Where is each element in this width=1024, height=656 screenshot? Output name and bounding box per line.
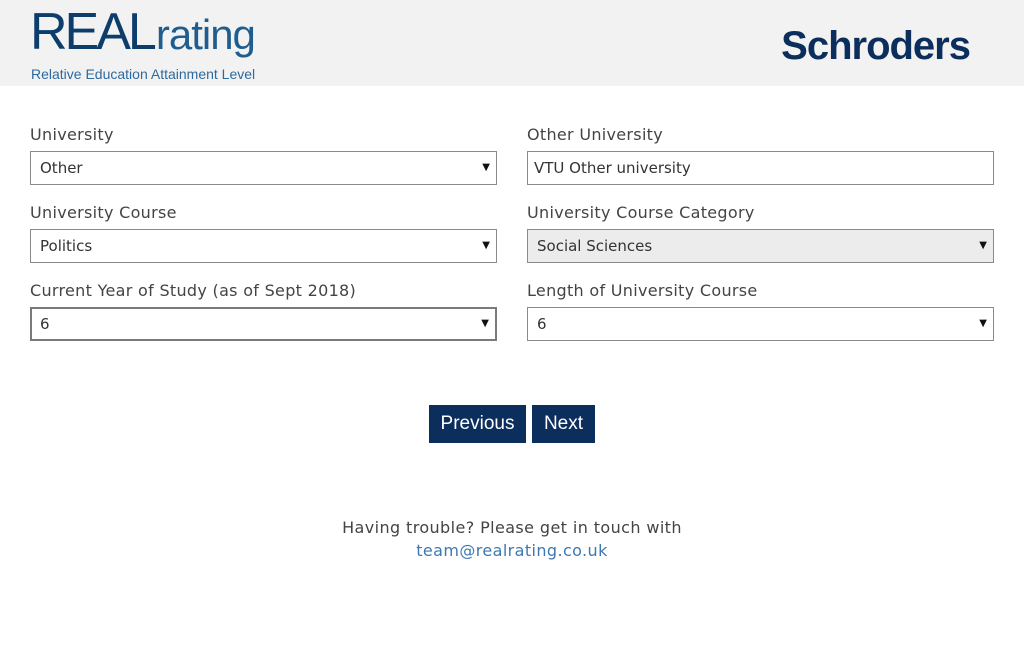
realrating-logo[interactable]: REALrating Relative Education Attainment… (30, 2, 256, 82)
course-category-value: Social Sciences (537, 237, 653, 255)
logo-subtitle: Relative Education Attainment Level (31, 66, 256, 82)
university-select[interactable]: Other ▼ (30, 151, 497, 185)
course-value: Politics (40, 237, 93, 255)
schroders-logo: Schroders (781, 24, 971, 68)
course-category-field: University Course Category Social Scienc… (527, 202, 994, 263)
other-university-input[interactable] (534, 159, 974, 177)
logo-real: REAL (30, 3, 157, 61)
chevron-down-icon: ▼ (979, 318, 987, 329)
chevron-down-icon: ▼ (979, 240, 987, 251)
course-length-field: Length of University Course 6 ▼ (527, 280, 994, 341)
course-length-select[interactable]: 6 ▼ (527, 307, 994, 341)
course-field: University Course Politics ▼ (30, 202, 497, 263)
university-label: University (30, 125, 114, 144)
header: REALrating Relative Education Attainment… (0, 0, 1024, 86)
course-category-select[interactable]: Social Sciences ▼ (527, 229, 994, 263)
course-category-label: University Course Category (527, 203, 755, 222)
chevron-down-icon: ▼ (481, 318, 489, 329)
year-field: Current Year of Study (as of Sept 2018) … (30, 280, 497, 341)
year-value: 6 (40, 315, 50, 333)
university-value: Other (40, 159, 83, 177)
other-university-field: Other University (527, 124, 994, 185)
chevron-down-icon: ▼ (482, 240, 490, 251)
other-university-label: Other University (527, 125, 664, 144)
course-label: University Course (30, 203, 177, 222)
course-select[interactable]: Politics ▼ (30, 229, 497, 263)
course-length-value: 6 (537, 315, 547, 333)
help-section: Having trouble? Please get in touch with… (0, 518, 1024, 560)
contact-email-link[interactable]: team@realrating.co.uk (0, 541, 1024, 560)
course-length-label: Length of University Course (527, 281, 758, 300)
logo-rating: rating (155, 11, 256, 58)
year-label: Current Year of Study (as of Sept 2018) (30, 281, 357, 300)
university-field: University Other ▼ (30, 124, 497, 185)
other-university-box (527, 151, 994, 185)
next-button[interactable]: Next (532, 405, 595, 443)
chevron-down-icon: ▼ (482, 162, 490, 173)
help-text: Having trouble? Please get in touch with (342, 518, 682, 537)
year-select[interactable]: 6 ▼ (30, 307, 497, 341)
previous-button[interactable]: Previous (429, 405, 526, 443)
